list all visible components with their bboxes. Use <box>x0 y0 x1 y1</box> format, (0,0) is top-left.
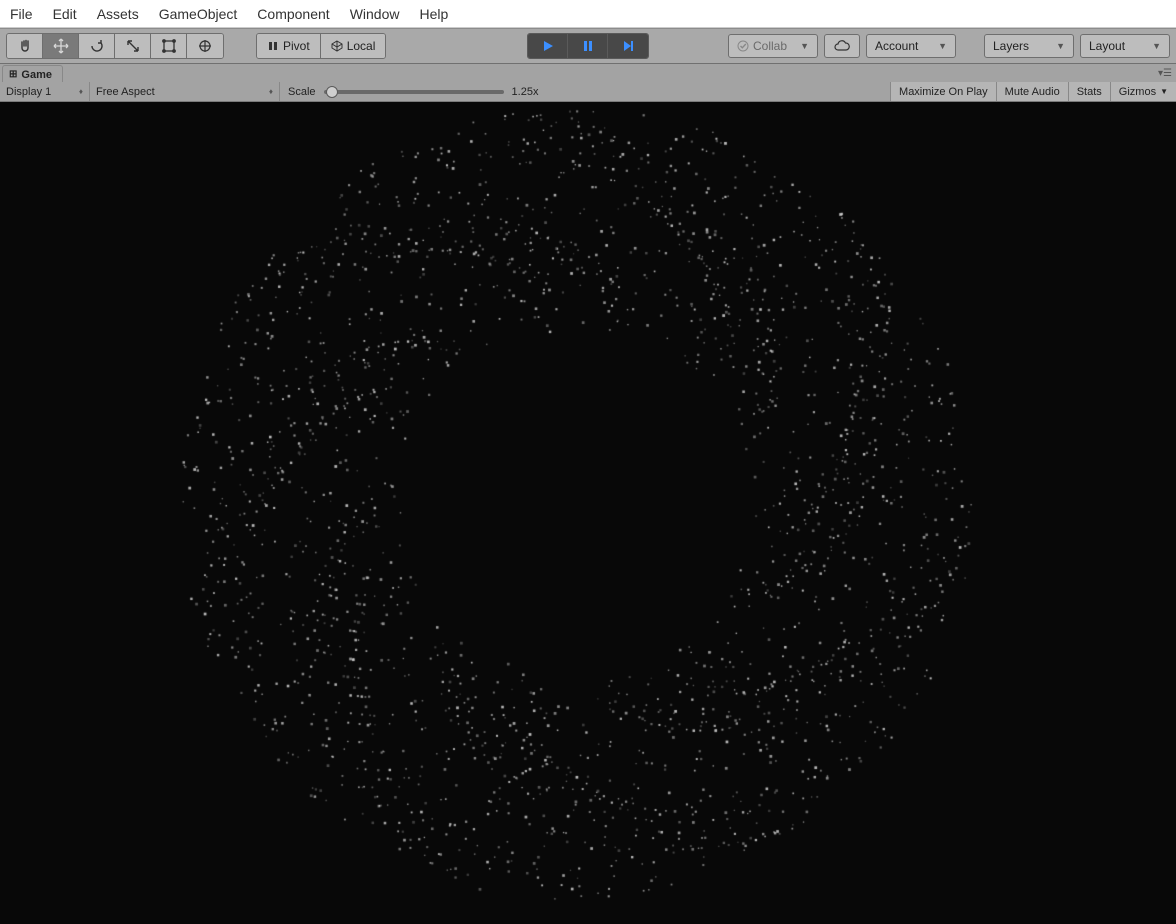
scale-control: Scale 1.25x <box>280 86 546 98</box>
scale-value: 1.25x <box>512 86 539 98</box>
toolbar-right: Collab ▼ Account ▼ Layers ▼ Layout ▼ <box>728 34 1170 58</box>
collab-dropdown[interactable]: Collab ▼ <box>728 34 818 58</box>
game-tab-icon <box>9 69 17 81</box>
play-icon <box>541 39 555 53</box>
menu-bar: File Edit Assets GameObject Component Wi… <box>0 0 1176 28</box>
toolbar: Pivot Local Collab ▼ Account <box>0 28 1176 64</box>
local-icon <box>331 40 343 52</box>
menu-assets[interactable]: Assets <box>87 2 149 26</box>
scale-label: Scale <box>288 86 316 98</box>
menu-edit[interactable]: Edit <box>43 2 87 26</box>
move-tool-button[interactable] <box>43 34 79 58</box>
hand-icon <box>17 38 33 54</box>
account-label: Account <box>875 39 918 53</box>
scale-tool-button[interactable] <box>115 34 151 58</box>
rect-tool-button[interactable] <box>151 34 187 58</box>
chevron-down-icon: ▼ <box>1152 41 1161 51</box>
pivot-toggle[interactable]: Pivot <box>257 34 321 58</box>
gizmos-toggle[interactable]: Gizmos ▼ <box>1110 82 1176 101</box>
layout-label: Layout <box>1089 39 1125 53</box>
aspect-dropdown[interactable]: Free Aspect ♦ <box>90 82 280 101</box>
display-dropdown[interactable]: Display 1 ♦ <box>0 82 90 101</box>
move-icon <box>53 38 69 54</box>
scale-icon <box>125 38 141 54</box>
tab-bar: Game ▾☰ <box>0 64 1176 82</box>
maximize-on-play-toggle[interactable]: Maximize On Play <box>890 82 996 101</box>
pause-icon <box>581 39 595 53</box>
scale-slider[interactable] <box>324 90 504 94</box>
particle-ring <box>0 102 1176 924</box>
aspect-label: Free Aspect <box>96 86 155 98</box>
mute-audio-toggle[interactable]: Mute Audio <box>996 82 1068 101</box>
handle-orientation-group: Pivot Local <box>256 33 386 59</box>
menu-window[interactable]: Window <box>340 2 410 26</box>
local-toggle[interactable]: Local <box>321 34 386 58</box>
checkmark-circle-icon <box>737 40 749 52</box>
step-button[interactable] <box>608 34 648 58</box>
account-dropdown[interactable]: Account ▼ <box>866 34 956 58</box>
menu-file[interactable]: File <box>0 2 43 26</box>
scale-slider-thumb[interactable] <box>326 86 338 98</box>
stats-toggle[interactable]: Stats <box>1068 82 1110 101</box>
chevron-down-icon: ▼ <box>1056 41 1065 51</box>
pause-button[interactable] <box>568 34 608 58</box>
play-controls <box>527 33 649 59</box>
game-viewport <box>0 102 1176 924</box>
layers-label: Layers <box>993 39 1029 53</box>
mixed-transform-icon <box>197 38 213 54</box>
rect-icon <box>161 38 177 54</box>
menu-gameobject[interactable]: GameObject <box>149 2 248 26</box>
layers-dropdown[interactable]: Layers ▼ <box>984 34 1074 58</box>
rotate-tool-button[interactable] <box>79 34 115 58</box>
collab-label: Collab <box>753 39 787 53</box>
game-tab-label: Game <box>21 69 52 81</box>
cloud-icon <box>834 40 850 52</box>
game-control-bar: Display 1 ♦ Free Aspect ♦ Scale 1.25x Ma… <box>0 82 1176 102</box>
display-label: Display 1 <box>6 86 51 98</box>
cloud-button[interactable] <box>824 34 860 58</box>
rotate-icon <box>89 38 105 54</box>
chevron-down-icon: ▼ <box>938 41 947 51</box>
tab-context-menu[interactable]: ▾☰ <box>1158 68 1172 79</box>
layout-dropdown[interactable]: Layout ▼ <box>1080 34 1170 58</box>
play-button[interactable] <box>528 34 568 58</box>
local-label: Local <box>347 39 376 53</box>
chevron-down-icon: ▼ <box>1160 87 1168 96</box>
mixed-tool-button[interactable] <box>187 34 223 58</box>
chevron-down-icon: ▼ <box>800 41 809 51</box>
menu-component[interactable]: Component <box>247 2 339 26</box>
menu-help[interactable]: Help <box>409 2 458 26</box>
pivot-label: Pivot <box>283 39 310 53</box>
tab-game[interactable]: Game <box>2 65 63 82</box>
hand-tool-button[interactable] <box>7 34 43 58</box>
transform-tool-group <box>6 33 224 59</box>
updown-icon: ♦ <box>79 87 83 96</box>
updown-icon: ♦ <box>269 87 273 96</box>
step-icon <box>621 39 635 53</box>
pivot-icon <box>267 40 279 52</box>
